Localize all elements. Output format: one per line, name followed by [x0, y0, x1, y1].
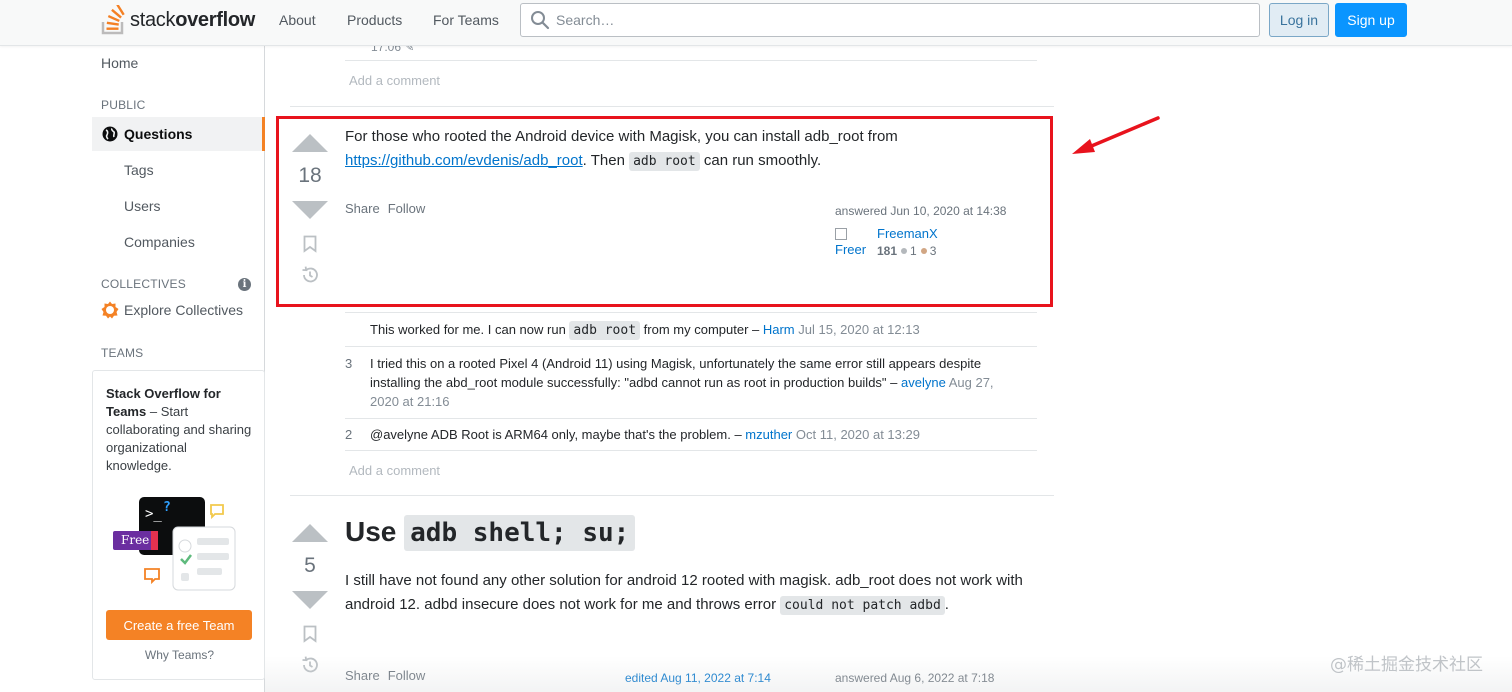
sidebar-item-label: Questions	[124, 126, 193, 142]
comment-item: This worked for me. I can now run adb ro…	[370, 321, 920, 340]
post-menu: Share Follow	[345, 668, 433, 683]
search-icon	[531, 11, 550, 30]
watermark: @稀土掘金技术社区	[1330, 655, 1483, 675]
add-comment-link[interactable]: Add a comment	[349, 73, 440, 88]
red-arrow-annotation	[1072, 116, 1160, 154]
create-free-team-button[interactable]: Create a free Team	[106, 610, 252, 640]
inline-code: could not patch adbd	[780, 596, 945, 615]
upvote-arrow-icon[interactable]	[292, 524, 328, 542]
stackoverflow-logo[interactable]: stackoverflow	[100, 3, 255, 37]
why-teams-link[interactable]: Why Teams?	[93, 648, 266, 662]
comment-divider	[345, 450, 1037, 451]
logo-text: stackoverflow	[130, 8, 256, 31]
comment-divider	[345, 312, 1037, 313]
comment-score: 2	[345, 427, 353, 442]
globe-icon	[102, 126, 118, 142]
collectives-icon	[101, 301, 119, 319]
left-sidebar: Home PUBLIC Questions Tags Users Compani…	[0, 46, 265, 692]
sidebar-item-companies[interactable]: Companies	[124, 234, 195, 250]
answer-divider	[290, 106, 1054, 107]
top-bar: stackoverflow About Products For Teams L…	[0, 0, 1512, 46]
bookmark-icon[interactable]	[303, 625, 317, 643]
heading-code: adb shell; su;	[404, 515, 636, 551]
comment-score: 3	[345, 356, 353, 371]
sidebar-heading-teams: TEAMS	[101, 346, 144, 360]
add-comment-link[interactable]: Add a comment	[349, 463, 440, 478]
signup-button[interactable]: Sign up	[1335, 3, 1407, 37]
info-icon[interactable]: i	[238, 278, 251, 291]
comment-date[interactable]: Jul 15, 2020 at 12:13	[798, 322, 919, 337]
sidebar-item-tags[interactable]: Tags	[124, 162, 154, 178]
free-tag: Free	[121, 533, 150, 547]
follow-link[interactable]: Follow	[388, 668, 426, 683]
downvote-arrow-icon[interactable]	[292, 591, 328, 609]
share-link[interactable]: Share	[345, 668, 380, 683]
sidebar-item-questions[interactable]: Questions	[92, 117, 265, 151]
svg-text:?: ?	[163, 500, 171, 515]
comment-user-link[interactable]: avelyne	[901, 375, 946, 390]
highlight-box	[276, 116, 1053, 307]
answer-divider	[290, 495, 1054, 496]
teams-promo-text: Stack Overflow for Teams – Start collabo…	[106, 386, 252, 473]
sidebar-item-label: Explore Collectives	[124, 302, 244, 318]
sidebar-heading-public: PUBLIC	[101, 98, 146, 112]
answer-heading: Use adb shell; su;	[345, 514, 636, 551]
inline-code: adb root	[569, 321, 641, 340]
comment-divider	[345, 346, 1037, 347]
comment-user-link[interactable]: mzuther	[745, 427, 792, 442]
comment-date[interactable]: Oct 11, 2020 at 13:29	[796, 427, 920, 442]
sidebar-item-home[interactable]: Home	[101, 55, 138, 71]
edited-timestamp-link[interactable]: edited Aug 11, 2022 at 7:14	[625, 671, 771, 685]
comment-user-link[interactable]: Harm	[763, 322, 795, 337]
comment-divider	[345, 60, 1037, 61]
nav-products[interactable]: Products	[347, 12, 402, 28]
sidebar-heading-collectives: COLLECTIVES	[101, 277, 186, 291]
comment-divider	[345, 418, 1037, 419]
vote-cell: 5	[290, 524, 330, 675]
search-input[interactable]	[556, 12, 1236, 28]
sidebar-item-explore-collectives[interactable]: Explore Collectives	[101, 301, 243, 319]
nav-about[interactable]: About	[279, 12, 316, 28]
comment-item: 3 I tried this on a rooted Pixel 4 (Andr…	[345, 356, 994, 409]
svg-text:>_: >_	[145, 506, 162, 522]
login-button[interactable]: Log in	[1269, 3, 1329, 37]
teams-promo-card: Stack Overflow for Teams – Start collabo…	[92, 370, 265, 680]
history-icon[interactable]	[300, 655, 320, 675]
answered-timestamp: answered Aug 6, 2022 at 7:18	[835, 671, 995, 685]
comment-item: 2 @avelyne ADB Root is ARM64 only, maybe…	[345, 427, 920, 442]
stackoverflow-logo-icon	[101, 5, 125, 35]
sidebar-item-users[interactable]: Users	[124, 198, 161, 214]
search-box[interactable]	[520, 3, 1260, 37]
nav-for-teams[interactable]: For Teams	[433, 12, 499, 28]
vote-count: 5	[304, 554, 316, 577]
answer-body: I still have not found any other solutio…	[345, 572, 1023, 615]
